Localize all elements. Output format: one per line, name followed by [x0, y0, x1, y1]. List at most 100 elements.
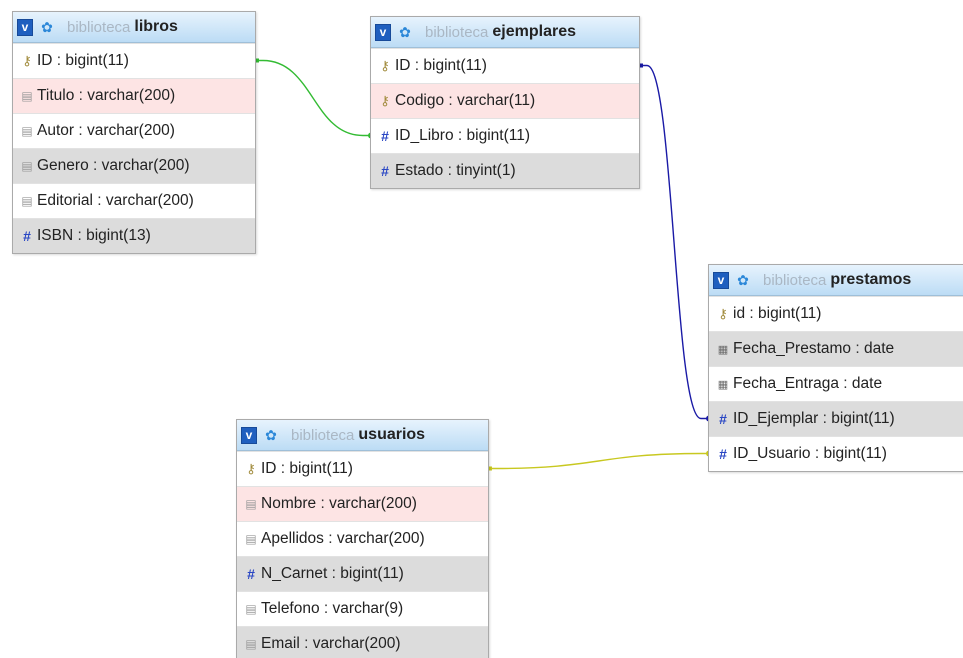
field-separator: : — [839, 375, 852, 392]
field-type: bigint(11) — [289, 460, 353, 477]
field-row-n-carnet[interactable]: # N_Carnet : bigint(11) — [237, 556, 488, 591]
field-separator: : — [316, 495, 330, 512]
field-row-id[interactable]: ⚷ ID : bigint(11) — [13, 43, 255, 78]
table-prestamos[interactable]: v ✿ biblioteca prestamos ⚷ id : bigint(1… — [708, 264, 963, 472]
field-type: varchar(200) — [105, 192, 194, 209]
field-row-apellidos[interactable]: ▤ Apellidos : varchar(200) — [237, 521, 488, 556]
field-type: bigint(13) — [86, 227, 151, 244]
field-row-id-libro[interactable]: # ID_Libro : bigint(11) — [371, 118, 639, 153]
field-row-id[interactable]: ⚷ ID : bigint(11) — [237, 451, 488, 486]
field-name: ID — [261, 460, 277, 477]
field-separator: : — [73, 227, 87, 244]
field-type: varchar(200) — [86, 122, 175, 139]
database-name: biblioteca — [763, 271, 827, 289]
field-row-codigo[interactable]: ⚷ Codigo : varchar(11) — [371, 83, 639, 118]
field-name: ID_Libro — [395, 127, 454, 144]
field-name: ID — [37, 52, 53, 69]
field-row-isbn[interactable]: # ISBN : bigint(13) — [13, 218, 255, 253]
field-separator: : — [88, 157, 102, 174]
field-type: varchar(200) — [101, 157, 190, 174]
key-icon: ⚷ — [718, 306, 728, 321]
field-row-fecha-entraga[interactable]: ▦ Fecha_Entraga : date — [709, 366, 963, 401]
field-name: id — [733, 305, 746, 322]
database-name: biblioteca — [425, 23, 489, 41]
field-separator: : — [299, 635, 313, 652]
key-icon: ⚷ — [380, 58, 390, 73]
field-separator: : — [327, 565, 341, 582]
field-row-id-usuario[interactable]: # ID_Usuario : bigint(11) — [709, 436, 963, 471]
text-field-icon: ▤ — [21, 194, 33, 208]
relation-line-0 — [255, 59, 371, 137]
field-type: date — [851, 375, 883, 392]
field-type: tinyint(1) — [456, 162, 516, 179]
field-name: Autor — [37, 122, 75, 139]
text-field-icon: ▤ — [21, 159, 33, 173]
toggle-columns-icon[interactable]: v — [17, 18, 33, 36]
gear-icon[interactable]: ✿ — [733, 272, 753, 289]
field-name: Nombre — [261, 495, 317, 512]
field-type: varchar(9) — [332, 600, 404, 617]
field-name: Estado — [395, 162, 444, 179]
key-icon: ⚷ — [380, 93, 390, 108]
field-name: Email — [261, 635, 300, 652]
table-name: usuarios — [358, 426, 426, 443]
field-row-nombre[interactable]: ▤ Nombre : varchar(200) — [237, 486, 488, 521]
field-row-id[interactable]: ⚷ id : bigint(11) — [709, 296, 963, 331]
toggle-columns-icon[interactable]: v — [713, 271, 729, 289]
field-row-telefono[interactable]: ▤ Telefono : varchar(9) — [237, 591, 488, 626]
field-row-autor[interactable]: ▤ Autor : varchar(200) — [13, 113, 255, 148]
date-field-icon: ▦ — [717, 378, 729, 391]
field-name: N_Carnet — [261, 565, 328, 582]
table-header[interactable]: v ✿ biblioteca prestamos — [709, 265, 963, 296]
field-separator: : — [810, 445, 824, 462]
field-name: Editorial — [37, 192, 93, 209]
gear-icon[interactable]: ✿ — [37, 19, 57, 36]
field-row-email[interactable]: ▤ Email : varchar(200) — [237, 626, 488, 658]
field-separator: : — [444, 92, 458, 109]
table-usuarios[interactable]: v ✿ biblioteca usuarios ⚷ ID : bigint(11… — [236, 419, 489, 658]
field-name: Fecha_Entraga — [733, 375, 839, 392]
field-row-estado[interactable]: # Estado : tinyint(1) — [371, 153, 639, 188]
field-type: varchar(200) — [329, 495, 417, 512]
field-separator: : — [818, 410, 832, 427]
field-name: Genero — [37, 157, 89, 174]
gear-icon[interactable]: ✿ — [261, 427, 281, 444]
table-ejemplares[interactable]: v ✿ biblioteca ejemplares ⚷ ID : bigint(… — [370, 16, 640, 189]
relation-line-2 — [488, 452, 709, 470]
field-type: bigint(11) — [758, 305, 822, 322]
text-field-icon: ▤ — [21, 124, 33, 138]
number-field-icon: # — [381, 128, 389, 144]
table-header[interactable]: v ✿ biblioteca ejemplares — [371, 17, 639, 48]
field-row-id-ejemplar[interactable]: # ID_Ejemplar : bigint(11) — [709, 401, 963, 436]
field-separator: : — [93, 192, 106, 209]
table-name: prestamos — [830, 271, 912, 288]
table-header[interactable]: v ✿ biblioteca libros — [13, 12, 255, 43]
toggle-columns-icon[interactable]: v — [241, 426, 257, 444]
field-separator: : — [453, 127, 467, 144]
field-separator: : — [323, 530, 337, 547]
toggle-columns-icon[interactable]: v — [375, 23, 391, 41]
date-field-icon: ▦ — [717, 343, 729, 356]
field-separator: : — [851, 340, 864, 357]
field-row-fecha-prestamo[interactable]: ▦ Fecha_Prestamo : date — [709, 331, 963, 366]
table-header[interactable]: v ✿ biblioteca usuarios — [237, 420, 488, 451]
number-field-icon: # — [719, 446, 727, 462]
field-name: Telefono — [261, 600, 320, 617]
field-name: ID_Usuario — [733, 445, 811, 462]
field-row-editorial[interactable]: ▤ Editorial : varchar(200) — [13, 183, 255, 218]
text-field-icon: ▤ — [245, 637, 257, 651]
table-libros[interactable]: v ✿ biblioteca libros ⚷ ID : bigint(11) … — [12, 11, 256, 254]
field-type: varchar(200) — [312, 635, 401, 652]
text-field-icon: ▤ — [245, 532, 257, 546]
text-field-icon: ▤ — [245, 497, 257, 511]
field-type: varchar(11) — [457, 92, 536, 109]
key-icon: ⚷ — [22, 53, 32, 68]
field-row-titulo[interactable]: ▤ Titulo : varchar(200) — [13, 78, 255, 113]
field-row-id[interactable]: ⚷ ID : bigint(11) — [371, 48, 639, 83]
field-row-genero[interactable]: ▤ Genero : varchar(200) — [13, 148, 255, 183]
number-field-icon: # — [247, 566, 255, 582]
relation-line-1 — [639, 64, 709, 420]
gear-icon[interactable]: ✿ — [395, 24, 415, 41]
database-name: biblioteca — [291, 426, 355, 444]
field-type: varchar(200) — [87, 87, 176, 104]
